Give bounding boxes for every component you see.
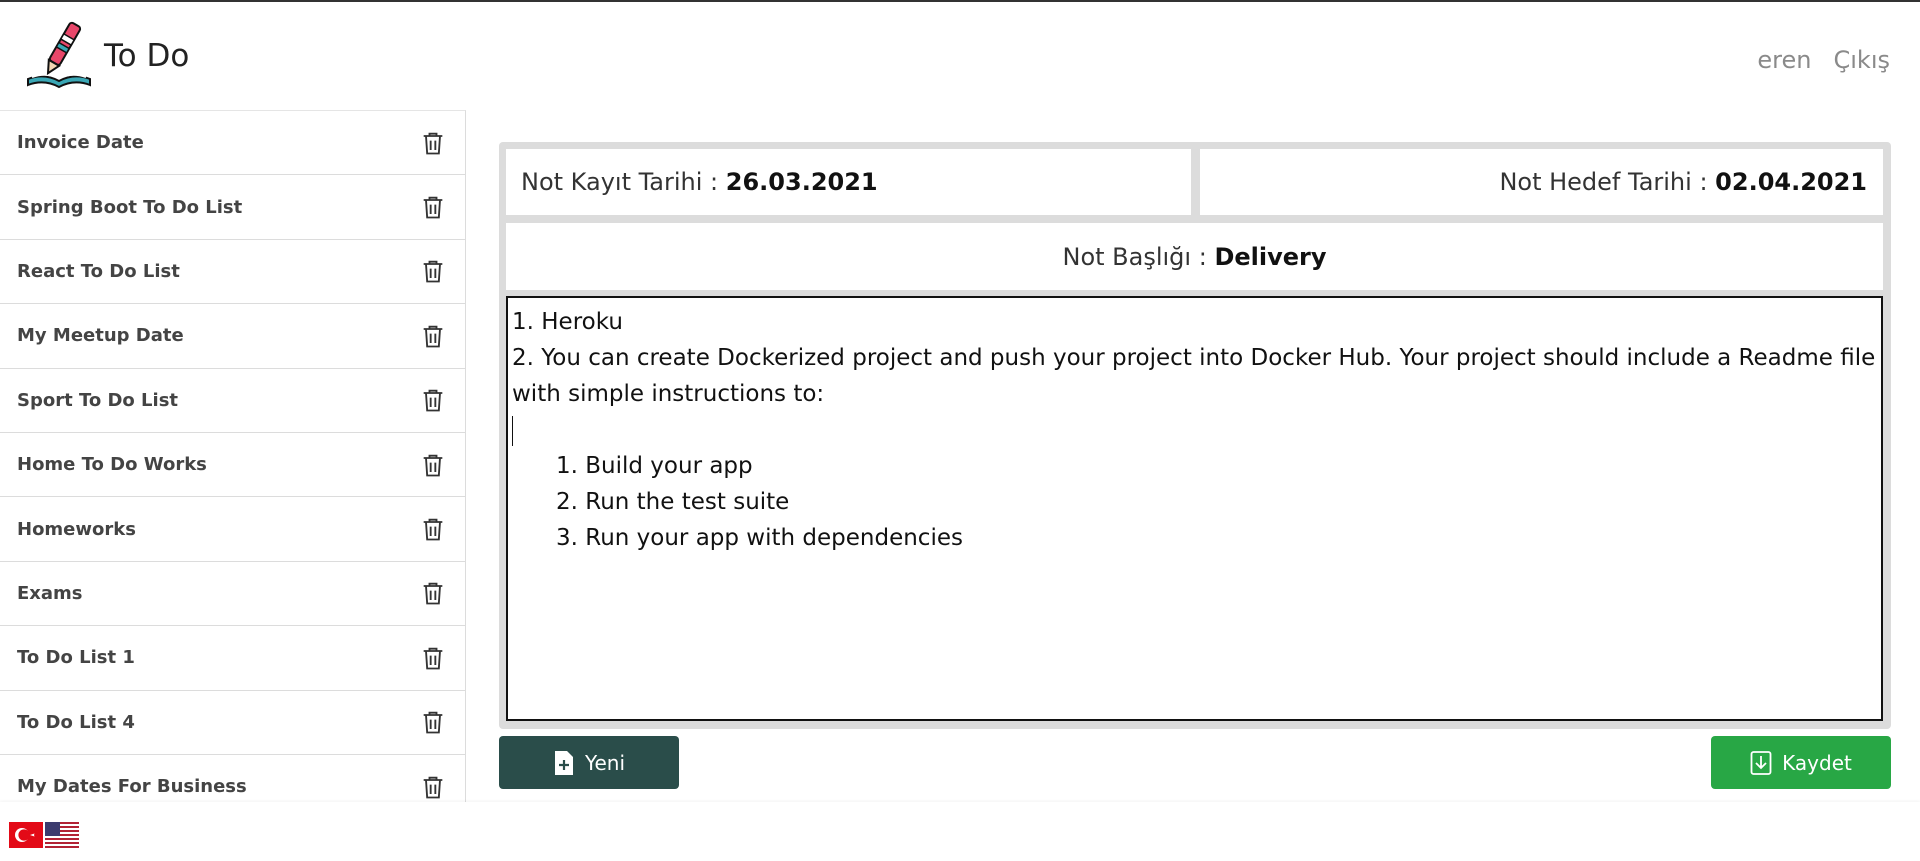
sidebar-item[interactable]: Invoice Date: [0, 111, 465, 176]
trash-icon[interactable]: [419, 451, 447, 479]
save-button[interactable]: Kaydet: [1711, 736, 1891, 789]
list-item: 2. Run the test suite: [556, 489, 790, 515]
sidebar-item[interactable]: To Do List 1: [0, 626, 465, 691]
pen-book-logo-icon: [27, 21, 91, 89]
note-content-paragraph: 2. You can create Dockerized project and…: [512, 345, 1876, 407]
app-title: To Do: [104, 38, 190, 74]
target-date-value: 02.04.2021: [1715, 168, 1867, 196]
sidebar-item[interactable]: To Do List 4: [0, 690, 465, 755]
new-note-button[interactable]: Yeni: [499, 736, 679, 789]
sidebar-item-label: My Dates For Business: [17, 776, 247, 798]
sidebar-item[interactable]: My Meetup Date: [0, 304, 465, 369]
trash-icon[interactable]: [419, 322, 447, 350]
user-link[interactable]: eren: [1757, 46, 1811, 74]
save-download-icon: [1750, 750, 1772, 775]
navbar: To Do eren Çıkış: [0, 2, 1920, 110]
sidebar-item-label: Spring Boot To Do List: [17, 196, 243, 218]
new-file-icon: [554, 750, 573, 775]
list-item: 3. Run your app with dependencies: [556, 525, 963, 551]
brand[interactable]: To Do: [22, 19, 189, 93]
trash-icon[interactable]: [419, 129, 447, 157]
trash-icon[interactable]: [419, 515, 447, 543]
footer: [0, 802, 1920, 861]
trash-icon[interactable]: [419, 644, 447, 672]
text-caret: [512, 412, 1877, 448]
new-note-label: Yeni: [584, 750, 626, 775]
sidebar-item-label: To Do List 1: [17, 647, 135, 669]
us-flag-icon[interactable]: [45, 822, 79, 848]
sidebar-item[interactable]: Spring Boot To Do List: [0, 175, 465, 240]
tr-flag-icon[interactable]: [9, 822, 43, 848]
trash-icon[interactable]: [419, 257, 447, 285]
note-title-value: Delivery: [1214, 242, 1327, 271]
sidebar: Invoice Date Spring Boot To Do List Reac…: [0, 110, 466, 802]
sidebar-item-label: Exams: [17, 582, 83, 604]
save-label: Kaydet: [1782, 750, 1852, 775]
note-title-label: Not Başlığı :: [1062, 242, 1207, 271]
created-date-box: Not Kayıt Tarihi : 26.03.2021: [506, 149, 1191, 215]
trash-icon[interactable]: [419, 708, 447, 736]
logout-link[interactable]: Çıkış: [1834, 46, 1891, 74]
trash-icon[interactable]: [419, 386, 447, 414]
sidebar-item[interactable]: Exams: [0, 561, 465, 627]
sidebar-item[interactable]: Sport To Do List: [0, 368, 465, 433]
created-date-value: 26.03.2021: [725, 168, 878, 196]
sidebar-item-label: React To Do List: [17, 260, 180, 282]
list-item: 1. Build your app: [556, 453, 753, 479]
sidebar-item-label: Home To Do Works: [17, 454, 207, 476]
note-content-editor[interactable]: 1. Heroku 2. You can create Dockerized p…: [506, 296, 1883, 721]
sidebar-item[interactable]: My Dates For Business: [0, 754, 465, 802]
created-date-label: Not Kayıt Tarihi :: [521, 168, 719, 196]
sidebar-item[interactable]: React To Do List: [0, 239, 465, 305]
note-title-box: Not Başlığı : Delivery: [506, 223, 1883, 290]
sidebar-item[interactable]: Home To Do Works: [0, 432, 465, 498]
sidebar-item-label: Homeworks: [17, 518, 136, 540]
trash-icon[interactable]: [419, 193, 447, 221]
nav-right: eren Çıkış: [1757, 46, 1890, 74]
sidebar-item-label: To Do List 4: [17, 711, 135, 733]
target-date-label: Not Hedef Tarihi :: [1499, 168, 1708, 196]
note-panel: Not Kayıt Tarihi : 26.03.2021 Not Hedef …: [499, 142, 1891, 729]
target-date-box: Not Hedef Tarihi : 02.04.2021: [1200, 149, 1883, 215]
sidebar-item-label: Sport To Do List: [17, 389, 179, 411]
note-content-line: 1. Heroku: [512, 309, 623, 335]
trash-icon[interactable]: [419, 579, 447, 607]
sidebar-item[interactable]: Homeworks: [0, 497, 465, 562]
trash-icon[interactable]: [419, 773, 447, 801]
sidebar-item-label: Invoice Date: [17, 132, 144, 154]
sidebar-item-label: My Meetup Date: [17, 325, 184, 347]
note-sub-list: 1. Build your app 2. Run the test suite …: [556, 448, 1877, 556]
